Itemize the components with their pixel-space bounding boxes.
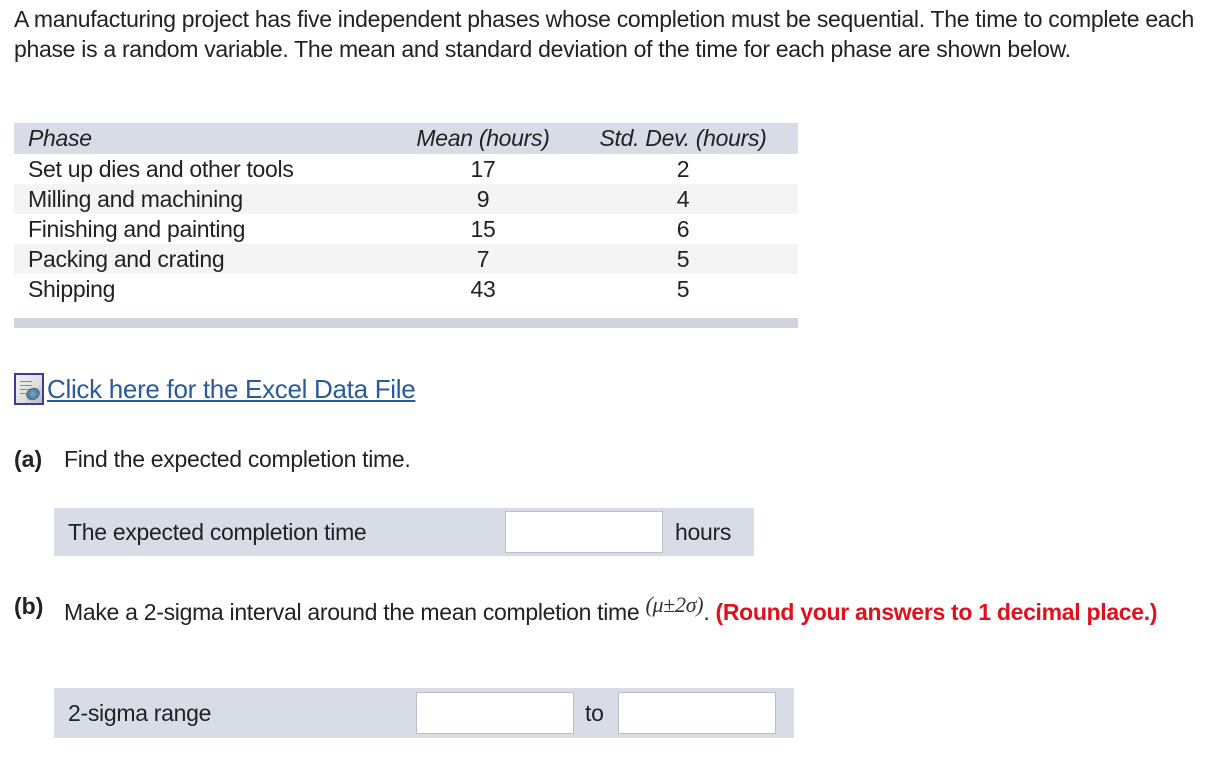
problem-intro: A manufacturing project has five indepen… xyxy=(14,6,1194,62)
part-b-question: Make a 2-sigma interval around the mean … xyxy=(64,599,640,625)
excel-data-link[interactable]: Click here for the Excel Data File xyxy=(47,374,416,405)
table-row: Milling and machining 9 4 xyxy=(14,184,798,214)
sd-cell: 6 xyxy=(676,216,690,242)
hours-unit-label: hours xyxy=(675,518,732,545)
part-a-question: Find the expected completion time. xyxy=(64,446,411,472)
excel-link-container[interactable]: Click here for the Excel Data File xyxy=(14,373,416,405)
expected-time-label: The expected completion time xyxy=(68,518,367,545)
mean-cell: 17 xyxy=(470,156,496,182)
sd-cell: 5 xyxy=(568,244,798,274)
mean-cell: 9 xyxy=(398,184,568,214)
mean-cell: 43 xyxy=(470,276,496,302)
table-row: Shipping 43 5 xyxy=(14,274,798,304)
excel-file-icon[interactable] xyxy=(14,373,44,405)
sd-cell: 2 xyxy=(676,156,690,182)
part-b-question-block: Make a 2-sigma interval around the mean … xyxy=(64,592,1214,628)
phase-cell: Shipping xyxy=(28,276,116,302)
part-b-label: (b) xyxy=(14,593,44,619)
rounding-note: (Round your answers to 1 decimal place.) xyxy=(715,599,1158,625)
part-a-answer-row: The expected completion time hours xyxy=(54,508,754,556)
phase-cell: Milling and machining xyxy=(14,184,398,214)
phase-cell: Packing and crating xyxy=(14,244,398,274)
table-footer-bar xyxy=(14,318,798,328)
sd-cell: 5 xyxy=(676,276,690,302)
phase-cell: Set up dies and other tools xyxy=(28,156,294,182)
header-mean: Mean (hours) xyxy=(398,123,568,154)
lower-bound-input[interactable] xyxy=(416,692,574,734)
table-header-row: Phase Mean (hours) Std. Dev. (hours) xyxy=(14,123,798,154)
table-row: Set up dies and other tools 17 2 xyxy=(14,154,798,184)
sd-cell: 4 xyxy=(568,184,798,214)
mean-cell: 15 xyxy=(470,216,496,242)
table-spacer xyxy=(14,304,798,318)
part-b-answer-row: 2-sigma range to xyxy=(54,688,794,738)
mu-pm-2sigma-formula: (μ±2σ) xyxy=(645,592,704,617)
table-row: Packing and crating 7 5 xyxy=(14,244,798,274)
upper-bound-input[interactable] xyxy=(618,692,776,734)
header-sd: Std. Dev. (hours) xyxy=(568,123,798,154)
part-a-label: (a) xyxy=(14,446,43,472)
mean-cell: 7 xyxy=(398,244,568,274)
to-connector: to xyxy=(585,699,604,726)
phase-table: Phase Mean (hours) Std. Dev. (hours) Set… xyxy=(14,123,798,328)
expected-time-input[interactable] xyxy=(505,511,663,553)
header-phase: Phase xyxy=(14,123,398,154)
period: . xyxy=(703,599,710,625)
phase-cell: Finishing and painting xyxy=(28,216,246,242)
table-row: Finishing and painting 15 6 xyxy=(14,214,798,244)
two-sigma-range-label: 2-sigma range xyxy=(68,699,212,726)
